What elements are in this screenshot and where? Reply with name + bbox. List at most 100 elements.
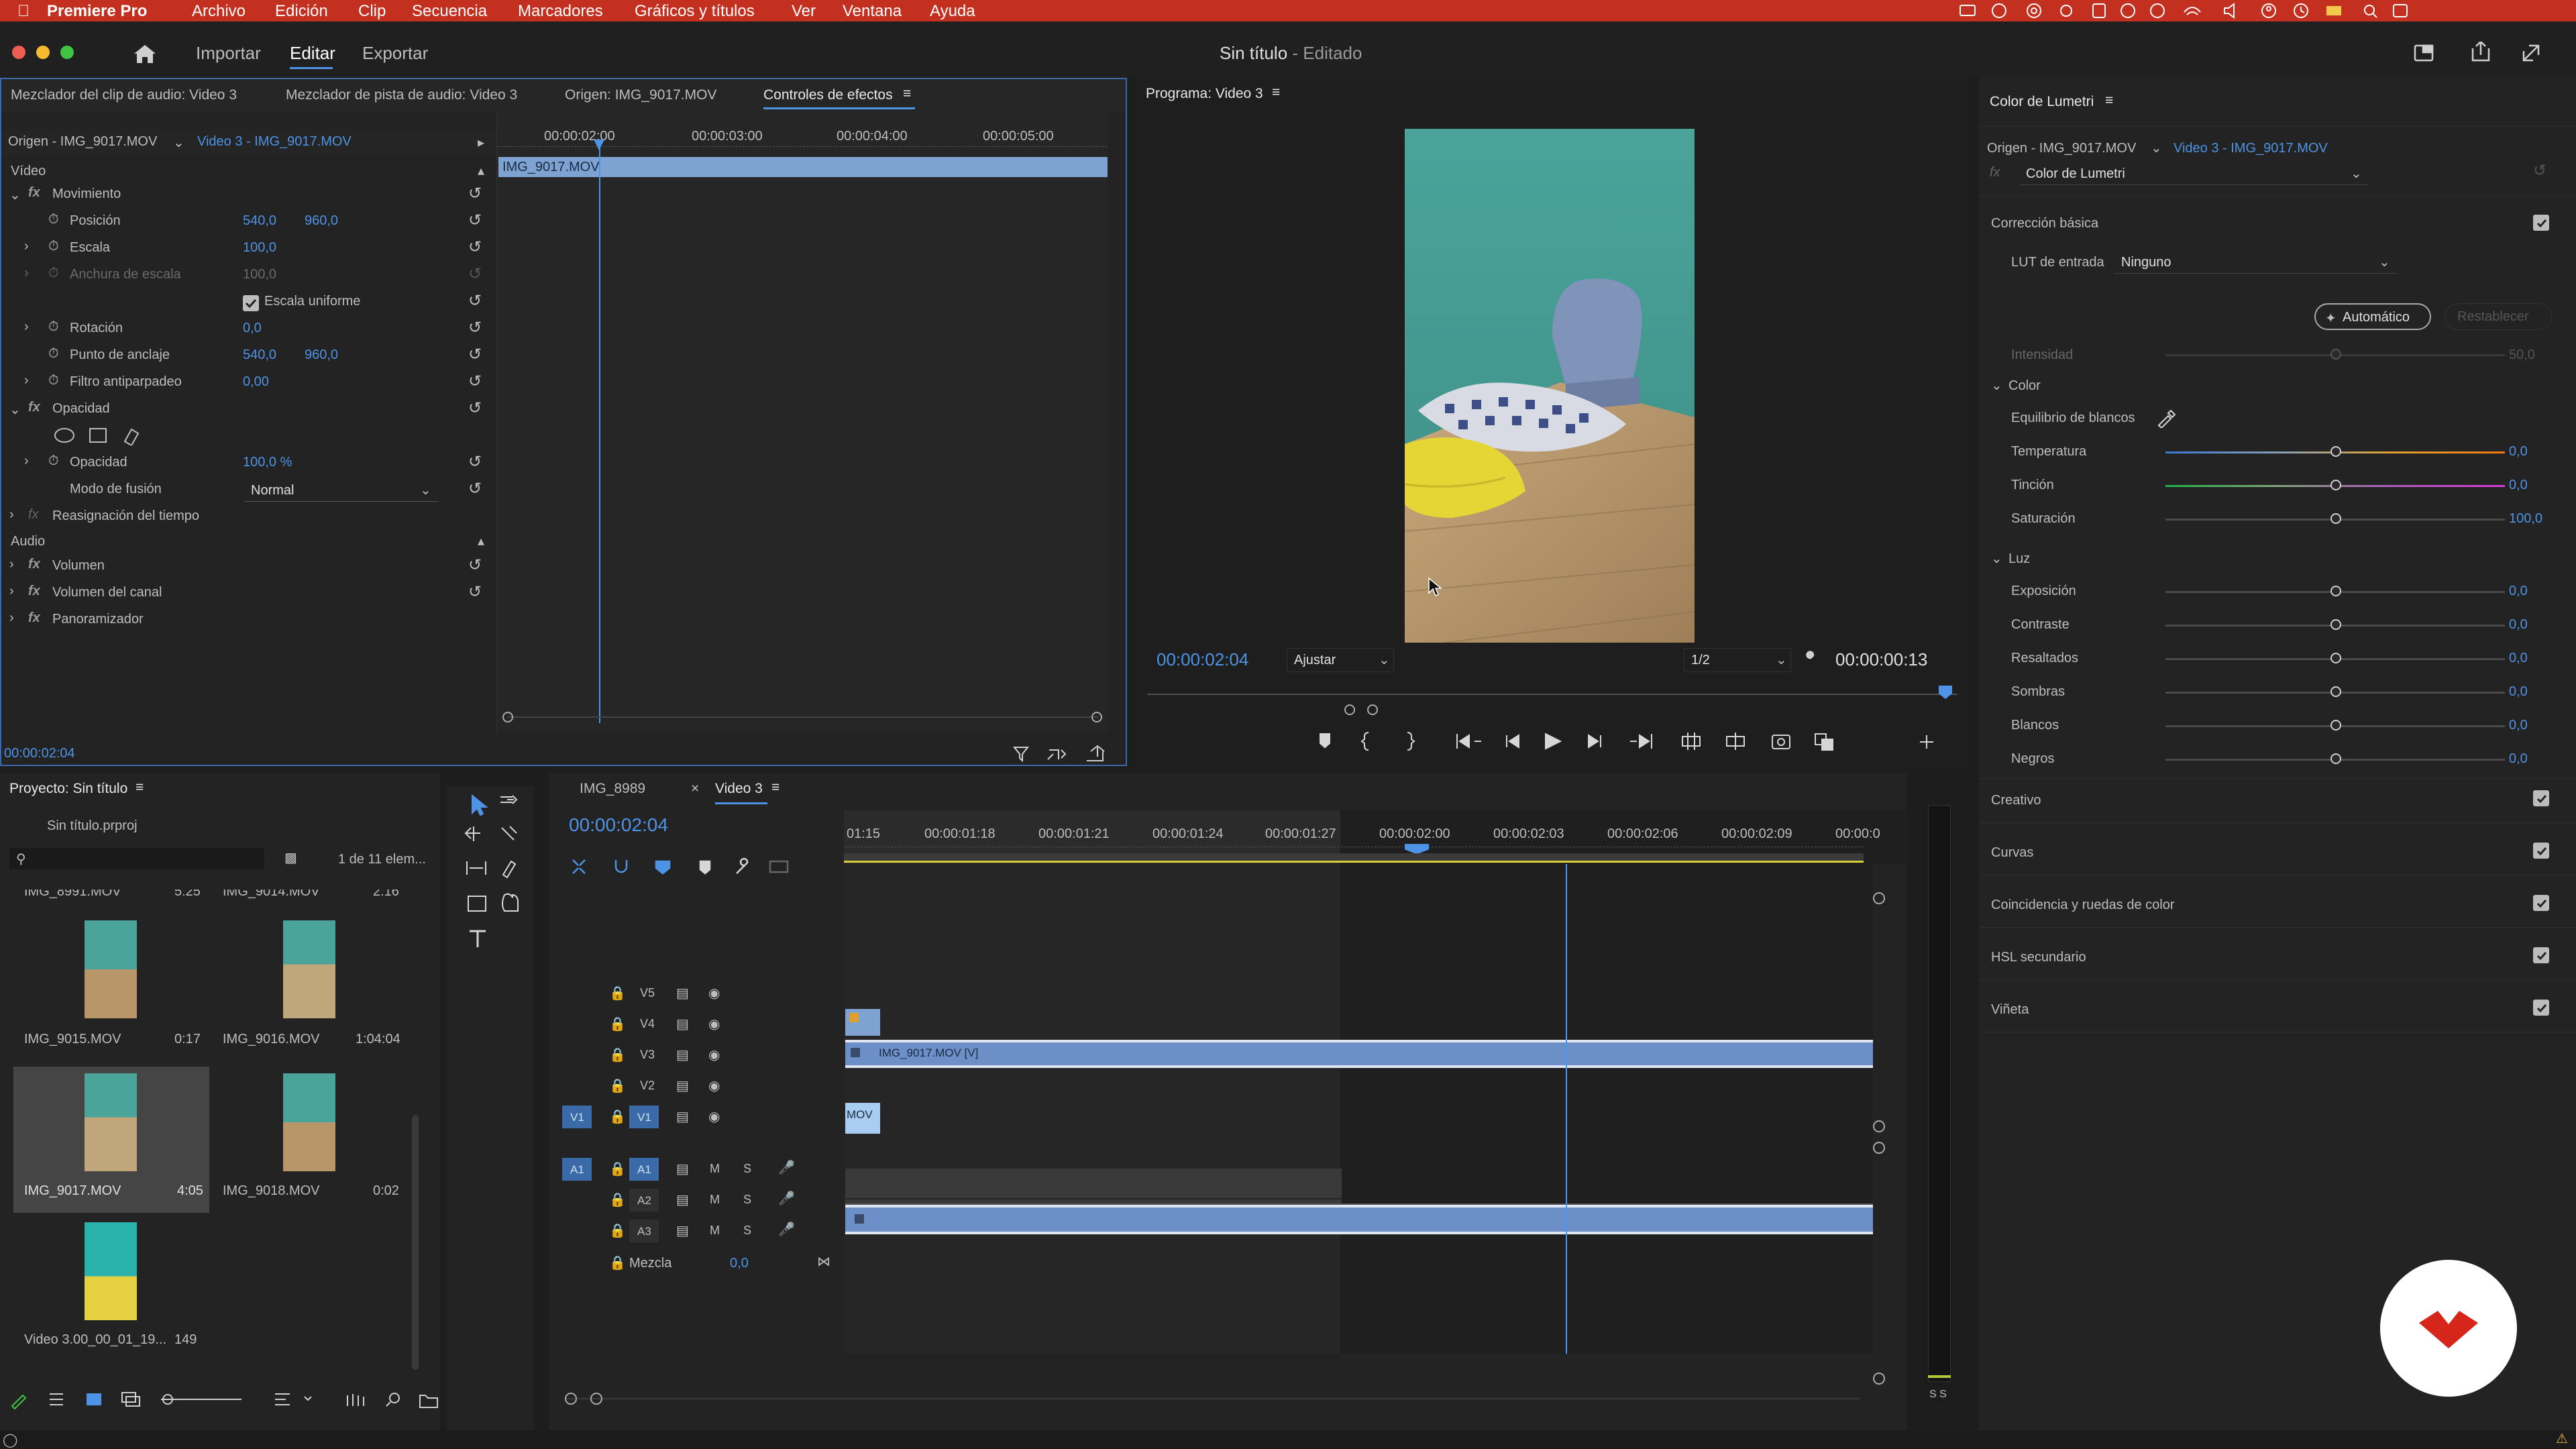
rectangle-tool-icon[interactable] [464, 892, 491, 919]
mute-button[interactable]: M [710, 1193, 720, 1207]
reset-icon[interactable]: ↺ [468, 291, 482, 311]
menu-archivo[interactable]: Archivo [192, 2, 246, 21]
h-zoom-scrollbar[interactable] [565, 1398, 1860, 1399]
vineta-header[interactable]: Viñeta [1991, 1002, 2029, 1018]
basic-correction-checkbox[interactable] [2533, 215, 2549, 231]
stopwatch-icon[interactable]: ⏱ [48, 346, 59, 362]
panel-menu-icon[interactable]: ≡ [1272, 85, 1280, 101]
chevron-down-icon[interactable]: ⌄ [173, 134, 184, 151]
panel-menu-icon[interactable]: ≡ [771, 780, 780, 796]
h-scroll-handle[interactable] [590, 1393, 602, 1405]
track-target-a3[interactable]: A3 [629, 1220, 659, 1242]
project-item-selected[interactable]: IMG_9017.MOV 4:05 [13, 1067, 209, 1213]
sombras-value[interactable]: 0,0 [2509, 684, 2528, 700]
sync-lock-icon[interactable]: ▤ [676, 1016, 689, 1032]
microphone-icon[interactable]: 🎤 [778, 1221, 795, 1238]
scrub-handle[interactable] [1344, 704, 1355, 715]
pen-tool-icon[interactable] [495, 857, 522, 884]
window-close-button[interactable] [12, 46, 25, 59]
auto-button[interactable]: ✦ Automático [2314, 303, 2431, 330]
panel-menu-icon[interactable]: ≡ [136, 780, 144, 796]
basic-correction-header[interactable]: Corrección básica [1991, 216, 2098, 231]
lumetri-title[interactable]: Color de Lumetri [1990, 94, 2094, 110]
color-wheels-header[interactable]: Coincidencia y ruedas de color [1991, 898, 2175, 913]
hsl-checkbox[interactable] [2533, 947, 2549, 963]
anclaje-y-value[interactable]: 960,0 [305, 347, 338, 363]
project-item[interactable]: IMG_9018.MOV 0:02 [212, 1067, 408, 1213]
reset-icon[interactable]: ↺ [468, 211, 482, 230]
effect-panoramizador[interactable]: › fx Panoramizador [1, 608, 496, 639]
clip-a3[interactable] [845, 1205, 1873, 1234]
sync-lock-icon[interactable]: ▤ [676, 985, 689, 1002]
vineta-checkbox[interactable] [2533, 1000, 2549, 1016]
app-menu[interactable]: Premiere Pro [47, 2, 147, 21]
reset-icon[interactable]: ↺ [468, 582, 482, 602]
sync-lock-icon[interactable]: ▤ [676, 1108, 689, 1125]
scroll-handle-left[interactable] [502, 712, 513, 722]
scrub-handle[interactable] [1367, 704, 1378, 715]
reset-icon[interactable]: ↺ [468, 555, 482, 575]
effect-reasignacion[interactable]: › fx Reasignación del tiempo [1, 504, 496, 535]
saturacion-value[interactable]: 100,0 [2509, 511, 2542, 527]
video-frame[interactable] [1405, 129, 1695, 643]
clip-v3[interactable]: IMG_9017.MOV [V] [845, 1040, 1873, 1068]
solo-button[interactable]: S [743, 1224, 751, 1238]
contraste-knob[interactable] [2330, 619, 2341, 630]
track-target-a2[interactable]: A2 [629, 1189, 659, 1212]
modo-fusion-dropdown[interactable]: Normal ⌄ [244, 480, 439, 502]
tincion-knob[interactable] [2330, 480, 2341, 490]
razor-tool-icon[interactable] [495, 824, 522, 851]
project-title[interactable]: Proyecto: Sin título [9, 781, 127, 797]
play-icon[interactable]: ▸ [478, 134, 484, 151]
effect-clip-bar[interactable]: IMG_9017.MOV [498, 157, 1108, 177]
sync-lock-icon[interactable]: ▤ [676, 1161, 689, 1177]
menu-ventana[interactable]: Ventana [843, 2, 902, 21]
lock-icon[interactable]: 🔒 [609, 1077, 626, 1094]
stopwatch-icon[interactable]: ⏱ [48, 319, 59, 335]
stopwatch-icon[interactable]: ⏱ [48, 212, 59, 227]
resolution-dropdown[interactable]: 1/2 ⌄ [1684, 648, 1791, 672]
reset-icon[interactable]: ↺ [468, 372, 482, 391]
wrench-icon[interactable] [1799, 649, 1819, 669]
menu-clip[interactable]: Clip [358, 2, 386, 21]
tab-sequence-img8989[interactable]: IMG_8989 [580, 781, 645, 797]
lock-icon[interactable]: 🔒 [609, 985, 626, 1002]
reset-icon[interactable]: ↺ [468, 452, 482, 472]
timeline-ruler[interactable]: 01:15 00:00:01:18 00:00:01:21 00:00:01:2… [844, 810, 1907, 864]
stopwatch-icon[interactable]: ⏱ [48, 453, 59, 469]
tab-audio-track-mixer[interactable]: Mezclador de pista de audio: Video 3 [286, 87, 517, 103]
exposicion-knob[interactable] [2330, 586, 2341, 596]
meter-solo-labels[interactable]: S S [1929, 1389, 1947, 1401]
blancos-knob[interactable] [2330, 720, 2341, 731]
lock-icon[interactable]: 🔒 [609, 1108, 626, 1125]
stopwatch-icon[interactable]: ⏱ [48, 373, 59, 388]
clip-v4-graphic[interactable] [845, 1009, 880, 1036]
resaltados-knob[interactable] [2330, 653, 2341, 663]
contraste-value[interactable]: 0,0 [2509, 617, 2528, 633]
escala-value[interactable]: 100,0 [243, 240, 276, 256]
reset-icon[interactable]: ↺ [468, 479, 482, 498]
close-icon[interactable]: × [691, 781, 699, 797]
project-item[interactable]: Video 3.00_00_01_19... 149 [13, 1216, 209, 1360]
eye-icon[interactable]: ◉ [708, 1108, 720, 1125]
reset-icon[interactable]: ↺ [2533, 161, 2546, 180]
chevron-right-icon[interactable]: › [9, 610, 14, 626]
saturacion-knob[interactable] [2330, 513, 2341, 524]
panel-menu-icon[interactable]: ≡ [903, 86, 911, 102]
track-label[interactable]: V2 [640, 1079, 655, 1093]
stopwatch-icon[interactable]: ⏱ [48, 239, 59, 254]
track-select-tool-icon[interactable] [495, 792, 522, 818]
tab-sequence-video3[interactable]: Video 3 [715, 781, 763, 797]
collapse-icon[interactable]: ▴ [478, 533, 484, 549]
selection-tool-icon[interactable] [464, 792, 491, 818]
menu-ayuda[interactable]: Ayuda [930, 2, 975, 21]
reset-button[interactable]: Restablecer [2445, 303, 2552, 330]
lock-icon[interactable]: 🔒 [609, 1016, 626, 1032]
curvas-checkbox[interactable] [2533, 843, 2549, 859]
sync-lock-icon[interactable]: ▤ [676, 1077, 689, 1094]
program-playhead[interactable] [1939, 686, 1952, 699]
eye-icon[interactable]: ◉ [708, 1016, 720, 1032]
nav-exportar[interactable]: Exportar [362, 43, 428, 64]
menu-marcadores[interactable]: Marcadores [518, 2, 603, 21]
sombras-knob[interactable] [2330, 686, 2341, 697]
